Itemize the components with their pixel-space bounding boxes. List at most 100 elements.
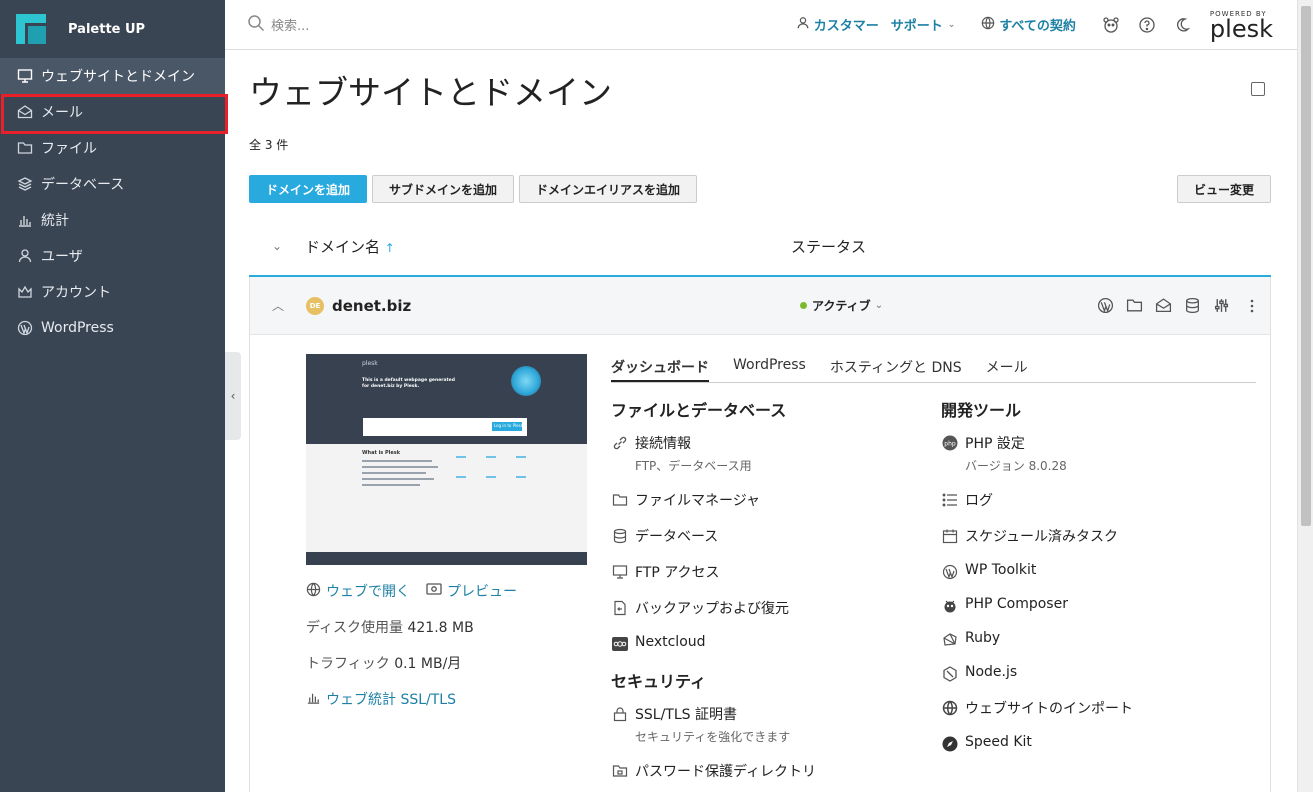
folder-icon xyxy=(16,139,34,157)
support-menu[interactable]: サポート ⌄ xyxy=(891,15,956,34)
column-status[interactable]: ステータス xyxy=(791,236,866,257)
tab-mail[interactable]: メール xyxy=(986,357,1028,382)
moon-icon[interactable] xyxy=(1174,17,1190,33)
brand-logo-icon xyxy=(16,14,46,44)
nextcloud-item[interactable]: Nextcloud xyxy=(611,634,816,652)
open-links-row: ウェブで開く プレビュー xyxy=(306,581,533,601)
connection-info-item[interactable]: 接続情報 FTP、データベース用 xyxy=(611,433,816,474)
security-title: セキュリティ xyxy=(611,672,707,691)
column-domain-name[interactable]: ドメイン名 ↑ xyxy=(305,236,791,257)
website-preview-thumbnail[interactable]: plesk This is a default webpage generate… xyxy=(306,354,587,565)
sidebar-item-label: 統計 xyxy=(41,213,69,229)
search-bar[interactable]: 検索... xyxy=(247,14,727,36)
backup-icon xyxy=(611,598,629,616)
search-icon xyxy=(247,14,265,36)
sidebar-item-websites[interactable]: ウェブサイトとドメイン xyxy=(0,58,225,94)
open-in-web-link[interactable]: ウェブで開く xyxy=(306,581,410,601)
more-vertical-icon[interactable] xyxy=(1250,298,1254,314)
database-icon xyxy=(611,526,629,544)
ssl-certificates-sub: セキュリティを強化できます xyxy=(635,730,791,744)
backup-restore-label: バックアップおよび復元 xyxy=(635,601,789,617)
sidebar-item-label: データベース xyxy=(41,177,125,193)
link-icon xyxy=(611,433,629,451)
search-input[interactable]: 検索... xyxy=(271,15,309,34)
scrollbar-thumb[interactable] xyxy=(1301,6,1311,526)
sidebar-item-files[interactable]: ファイル xyxy=(0,130,225,166)
change-view-button[interactable]: ビュー変更 xyxy=(1176,175,1271,203)
bar-chart-icon xyxy=(306,690,321,709)
sidebar-item-statistics[interactable]: 統計 xyxy=(0,202,225,238)
sidebar-item-mail[interactable]: メール xyxy=(0,94,228,134)
ssl-certificates-label: SSL/TLS 証明書 xyxy=(635,707,737,723)
customer-menu[interactable]: カスタマー xyxy=(796,15,879,34)
preview-text-line xyxy=(362,478,434,480)
ruby-icon xyxy=(941,630,959,648)
connection-info-label: 接続情報 xyxy=(635,436,691,452)
mail-icon[interactable] xyxy=(1155,297,1172,314)
status-dropdown[interactable]: アクティブ ⌄ xyxy=(800,297,883,314)
tab-dashboard[interactable]: ダッシュボード xyxy=(611,357,709,382)
layers-icon xyxy=(16,175,34,193)
sidebar-item-account[interactable]: アカウント xyxy=(0,274,225,310)
file-manager-item[interactable]: ファイルマネージャ xyxy=(611,490,816,510)
tab-hosting-dns[interactable]: ホスティングと DNS xyxy=(830,357,962,382)
sidebar-collapse-button[interactable]: ‹ xyxy=(225,352,241,440)
panel-toggle-icon[interactable] xyxy=(1251,82,1265,96)
dev-tools-column: 開発ツール php PHP 設定 バージョン 8.0.28 ログ スケジュール済み… xyxy=(941,397,1133,768)
preview-link[interactable]: プレビュー xyxy=(426,581,517,601)
preview-feature-icon xyxy=(456,456,466,458)
wp-toolkit-item[interactable]: WP Toolkit xyxy=(941,562,1133,580)
web-statistics-link[interactable]: ウェブ統計 SSL/TLS xyxy=(306,689,456,709)
domain-details: plesk This is a default webpage generate… xyxy=(249,335,1271,792)
folder-icon[interactable] xyxy=(1126,297,1143,314)
database-icon[interactable] xyxy=(1184,297,1201,314)
add-domain-alias-button[interactable]: ドメインエイリアスを追加 xyxy=(519,175,698,203)
databases-item[interactable]: データベース xyxy=(611,526,816,546)
mail-icon xyxy=(16,103,34,121)
sidebar-item-label: ウェブサイトとドメイン xyxy=(41,69,195,85)
preview-what-title: What is Plesk xyxy=(362,450,401,456)
calendar-icon xyxy=(941,526,959,544)
domain-tabs: ダッシュボード WordPress ホスティングと DNS メール xyxy=(611,357,1256,383)
list-header: ⌄ ドメイン名 ↑ ステータス xyxy=(249,217,1271,277)
files-databases-column: ファイルとデータベース 接続情報 FTP、データベース用 ファイルマネージャ デー… xyxy=(611,397,816,792)
nodejs-item[interactable]: Node.js xyxy=(941,664,1133,682)
brand[interactable]: Palette UP xyxy=(0,0,225,58)
php-composer-label: PHP Composer xyxy=(965,596,1068,612)
sidebar-item-label: メール xyxy=(41,105,83,121)
password-protected-dirs-item[interactable]: パスワード保護ディレクトリ xyxy=(611,761,816,781)
collapse-icon[interactable]: ︿ xyxy=(250,297,306,314)
sidebar: Palette UP ウェブサイトとドメイン メール ファイル データベース 統… xyxy=(0,0,228,792)
preview-feature-icon xyxy=(486,456,496,458)
settings-sliders-icon[interactable] xyxy=(1213,297,1230,314)
scheduled-tasks-item[interactable]: スケジュール済みタスク xyxy=(941,526,1133,546)
website-import-item[interactable]: ウェブサイトのインポート xyxy=(941,698,1133,718)
monitor-icon xyxy=(16,67,34,85)
help-icon[interactable] xyxy=(1138,16,1156,34)
domain-name[interactable]: denet.biz xyxy=(332,297,800,315)
logs-item[interactable]: ログ xyxy=(941,490,1133,510)
ruby-item[interactable]: Ruby xyxy=(941,630,1133,648)
subscriptions-link[interactable]: すべての契約 xyxy=(981,15,1076,34)
plesk-wordmark: plesk xyxy=(1209,14,1273,43)
ssl-certificates-item[interactable]: SSL/TLS 証明書セキュリティを強化できます xyxy=(611,704,816,745)
tab-wordpress[interactable]: WordPress xyxy=(733,357,806,382)
sidebar-item-users[interactable]: ユーザ xyxy=(0,238,225,274)
add-domain-button[interactable]: ドメインを追加 xyxy=(249,175,368,203)
bear-icon[interactable] xyxy=(1102,16,1120,34)
php-settings-item[interactable]: php PHP 設定 バージョン 8.0.28 xyxy=(941,433,1133,474)
globe-icon xyxy=(306,582,321,601)
nextcloud-icon xyxy=(611,634,629,652)
sidebar-item-databases[interactable]: データベース xyxy=(0,166,225,202)
backup-restore-item[interactable]: バックアップおよび復元 xyxy=(611,598,816,618)
chevron-down-icon: ⌄ xyxy=(874,300,884,311)
wordpress-icon[interactable] xyxy=(1097,297,1114,314)
vertical-scrollbar[interactable] xyxy=(1297,0,1313,792)
expand-all-icon[interactable]: ⌄ xyxy=(249,239,305,253)
add-subdomain-button[interactable]: サブドメインを追加 xyxy=(372,175,515,203)
php-composer-item[interactable]: PHP Composer xyxy=(941,596,1133,614)
speed-kit-item[interactable]: Speed Kit xyxy=(941,734,1133,752)
domain-row[interactable]: ︿ DE denet.biz アクティブ ⌄ xyxy=(249,277,1271,335)
ftp-access-item[interactable]: FTP アクセス xyxy=(611,562,816,582)
sidebar-item-wordpress[interactable]: WordPress xyxy=(0,310,225,346)
